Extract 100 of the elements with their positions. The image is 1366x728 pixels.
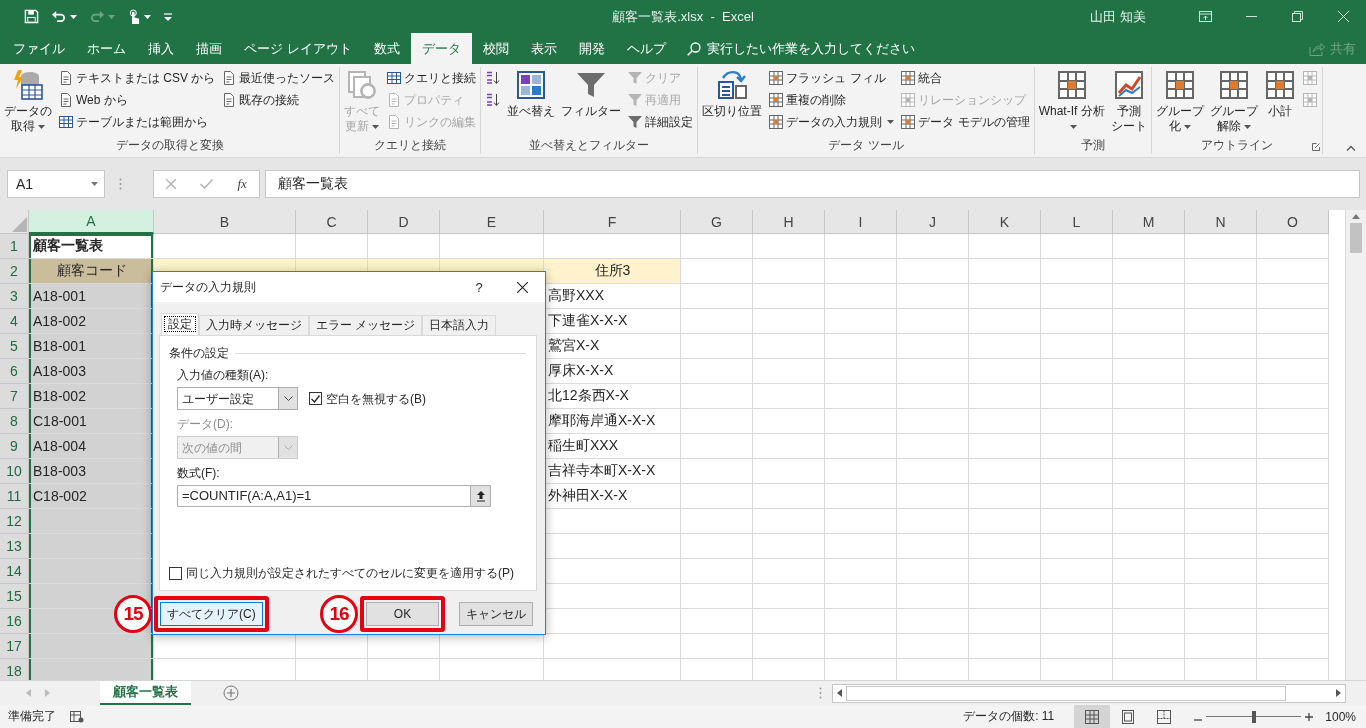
- row-header[interactable]: 10: [0, 459, 29, 484]
- sheet-tab[interactable]: 顧客一覧表: [100, 680, 191, 705]
- dialog-tab[interactable]: 入力時メッセージ: [199, 315, 309, 335]
- dialog-button[interactable]: OK: [366, 602, 439, 626]
- checkbox[interactable]: [309, 392, 322, 405]
- row-header[interactable]: 17: [0, 634, 29, 659]
- ribbon-button[interactable]: Web から: [56, 89, 218, 111]
- ribbon-button[interactable]: フィルター: [559, 67, 624, 121]
- view-button[interactable]: [1074, 705, 1111, 728]
- ribbon-tab[interactable]: ヘルプ: [615, 33, 677, 64]
- row-header[interactable]: 8: [0, 409, 29, 434]
- checkbox[interactable]: [169, 566, 182, 580]
- column-header[interactable]: J: [897, 210, 969, 234]
- dialog-button[interactable]: キャンセル: [459, 602, 533, 626]
- collapse-button[interactable]: [470, 486, 490, 506]
- ribbon-button[interactable]: 最近使ったソース: [219, 67, 338, 89]
- row-header[interactable]: 18: [0, 659, 29, 680]
- scroll-left-icon[interactable]: [837, 689, 842, 697]
- row-header[interactable]: 16: [0, 609, 29, 634]
- formula-field[interactable]: 顧客一覧表: [265, 170, 1360, 198]
- ribbon-tab[interactable]: データ: [410, 33, 472, 64]
- dialog-tab[interactable]: エラー メッセージ: [309, 315, 423, 335]
- ribbon-button[interactable]: 並べ替え: [505, 67, 558, 121]
- ribbon-button[interactable]: クエリと接続: [384, 67, 479, 89]
- ribbon-tab[interactable]: 数式: [362, 33, 411, 64]
- row-header[interactable]: 5: [0, 334, 29, 359]
- ribbon-button[interactable]: 予測シート: [1108, 67, 1149, 136]
- search-field[interactable]: 実行したい作業を入力してください: [706, 41, 937, 56]
- ribbon-tab[interactable]: ファイル: [2, 33, 76, 64]
- dialog-tab[interactable]: 日本語入力: [422, 315, 497, 335]
- ribbon-button[interactable]: 重複の削除: [766, 89, 897, 111]
- column-header[interactable]: L: [1041, 210, 1113, 234]
- ribbon-button[interactable]: グループ解除: [1207, 67, 1260, 136]
- row-header[interactable]: 14: [0, 559, 29, 584]
- row-header[interactable]: 1: [0, 234, 29, 259]
- ribbon-tab[interactable]: 描画: [185, 33, 233, 64]
- scroll-right-icon[interactable]: [1336, 689, 1341, 697]
- dialog-button[interactable]: すべてクリア(C): [160, 602, 263, 626]
- dialog-tab[interactable]: 設定: [161, 313, 199, 335]
- dialog-launcher-icon[interactable]: [1311, 143, 1320, 151]
- ribbon-button[interactable]: フラッシュ フィル: [766, 67, 897, 89]
- column-header[interactable]: O: [1257, 210, 1329, 234]
- column-header[interactable]: D: [368, 210, 440, 234]
- row-header[interactable]: 6: [0, 359, 29, 384]
- ribbon-button[interactable]: データの取得: [2, 67, 54, 136]
- column-header[interactable]: B: [154, 210, 296, 234]
- ribbon-button[interactable]: データの入力規則: [766, 111, 897, 133]
- macro-record-icon[interactable]: [70, 710, 84, 723]
- ribbon-button[interactable]: 区切り位置: [700, 67, 765, 121]
- ribbon-button[interactable]: 既存の接続: [219, 89, 338, 111]
- insert-function-button[interactable]: fx: [237, 176, 247, 192]
- row-header[interactable]: 4: [0, 309, 29, 334]
- ribbon-button[interactable]: テーブルまたは範囲から: [56, 111, 218, 133]
- ribbon-tab[interactable]: 挿入: [137, 33, 185, 64]
- column-header[interactable]: G: [681, 210, 753, 234]
- vertical-scrollbar[interactable]: [1345, 210, 1366, 680]
- row-header[interactable]: 7: [0, 384, 29, 409]
- ribbon-button[interactable]: 詳細設定: [625, 111, 696, 133]
- ribbon-button[interactable]: What-If 分析: [1036, 67, 1107, 136]
- row-header[interactable]: 15: [0, 584, 29, 609]
- scroll-thumb[interactable]: [1350, 223, 1362, 253]
- ribbon-button[interactable]: テキストまたは CSV から: [56, 67, 218, 89]
- ribbon-button[interactable]: データ モデルの管理: [898, 111, 1032, 133]
- ribbon-tab[interactable]: 校閲: [471, 33, 520, 64]
- ribbon-tab[interactable]: 表示: [519, 33, 568, 64]
- ribbon-tab[interactable]: 開発: [567, 33, 616, 64]
- row-header[interactable]: 3: [0, 284, 29, 309]
- more-icon[interactable]: [119, 178, 122, 190]
- dropdown-field[interactable]: ユーザー設定: [177, 387, 298, 410]
- row-header[interactable]: 2: [0, 259, 29, 284]
- column-header[interactable]: A: [29, 210, 154, 234]
- collapse-ribbon-icon[interactable]: [1346, 145, 1356, 151]
- table-cell: [1041, 559, 1113, 584]
- column-header[interactable]: C: [296, 210, 368, 234]
- add-sheet-icon[interactable]: [223, 685, 239, 701]
- more-icon[interactable]: [819, 687, 822, 699]
- column-header[interactable]: H: [753, 210, 825, 234]
- scroll-up-icon[interactable]: [1352, 214, 1360, 219]
- ribbon-tab[interactable]: ページ レイアウト: [233, 33, 363, 64]
- formula-input[interactable]: =COUNTIF(A:A,A1)=1: [177, 485, 491, 507]
- ribbon-button[interactable]: 統合: [898, 67, 1032, 89]
- check-icon[interactable]: [200, 179, 214, 189]
- column-header[interactable]: E: [440, 210, 544, 234]
- row-header[interactable]: 9: [0, 434, 29, 459]
- column-header[interactable]: K: [969, 210, 1041, 234]
- name-box[interactable]: A1: [7, 170, 105, 198]
- column-header[interactable]: M: [1113, 210, 1185, 234]
- row-header[interactable]: 13: [0, 534, 29, 559]
- row-header[interactable]: 11: [0, 484, 29, 509]
- slider-thumb[interactable]: [1251, 710, 1256, 723]
- ribbon-tab[interactable]: ホーム: [76, 33, 137, 64]
- column-header[interactable]: N: [1185, 210, 1257, 234]
- scroll-thumb[interactable]: [846, 685, 1286, 701]
- ribbon-button[interactable]: グループ化: [1153, 67, 1206, 136]
- horizontal-scrollbar[interactable]: [832, 683, 1346, 703]
- column-header[interactable]: I: [825, 210, 897, 234]
- help-button[interactable]: ?: [459, 279, 499, 295]
- row-header[interactable]: 12: [0, 509, 29, 534]
- column-header[interactable]: F: [544, 210, 681, 234]
- ribbon-button[interactable]: 小計: [1261, 67, 1298, 121]
